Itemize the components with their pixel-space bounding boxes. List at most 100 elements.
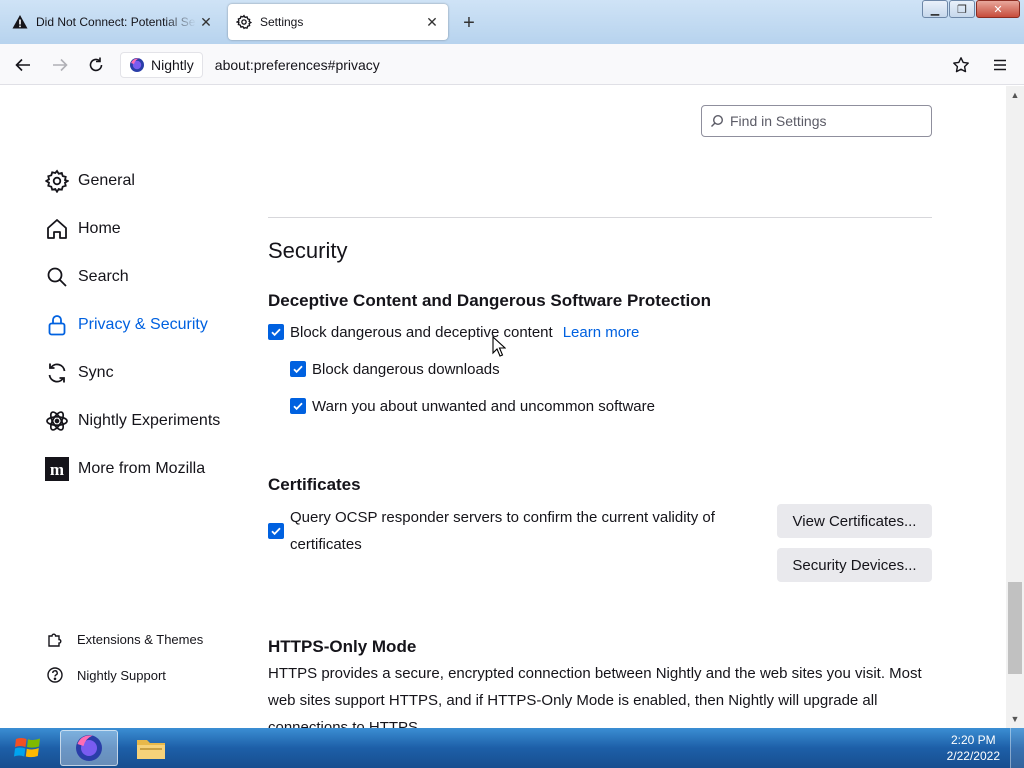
close-tab-icon[interactable]: ✕ [422, 12, 442, 32]
deceptive-content-heading: Deceptive Content and Dangerous Software… [268, 291, 712, 310]
mozilla-m-icon: m [44, 456, 70, 482]
ocsp-checkbox[interactable] [268, 523, 284, 539]
certificates-heading: Certificates [268, 475, 361, 494]
identity-label: Nightly [151, 57, 194, 73]
app-menu-button[interactable] [987, 52, 1013, 78]
nav-label: More from Mozilla [78, 460, 206, 477]
block-downloads-checkbox[interactable] [290, 361, 306, 377]
block-downloads-label[interactable]: Block dangerous downloads [312, 356, 500, 383]
star-icon [953, 57, 969, 73]
scrollbar-thumb[interactable] [1008, 582, 1022, 674]
nav-label: Home [78, 220, 121, 237]
nav-more-from-mozilla[interactable]: m More from Mozilla [44, 456, 205, 482]
warn-unwanted-label[interactable]: Warn you about unwanted and uncommon sof… [312, 393, 655, 420]
close-tab-icon[interactable]: ✕ [196, 12, 216, 32]
url-bar[interactable]: Nightly about:preferences#privacy [120, 50, 940, 80]
security-devices-button[interactable]: Security Devices... [777, 548, 932, 582]
back-arrow-icon [15, 58, 30, 72]
forward-button[interactable] [47, 52, 73, 78]
system-clock[interactable]: 2:20 PM 2/22/2022 [947, 732, 1000, 764]
learn-more-link[interactable]: Learn more [563, 319, 640, 346]
search-icon [44, 264, 70, 290]
nav-nightly-experiments[interactable]: Nightly Experiments [44, 408, 220, 434]
block-downloads-row: Block dangerous downloads [290, 356, 500, 383]
nightly-logo-icon [76, 735, 102, 761]
restore-button[interactable]: ❐ [949, 0, 975, 18]
nightly-logo-icon [130, 58, 144, 72]
checkmark-icon [293, 365, 303, 374]
back-button[interactable] [10, 52, 36, 78]
nav-sync[interactable]: Sync [44, 360, 114, 386]
checkmark-icon [271, 527, 281, 536]
nav-label: Search [78, 268, 129, 285]
gear-icon [236, 14, 252, 30]
lock-icon [44, 312, 70, 338]
footer-label: Extensions & Themes [77, 631, 204, 647]
start-button[interactable] [2, 730, 54, 766]
url-text[interactable]: about:preferences#privacy [215, 57, 380, 73]
warning-icon [12, 14, 28, 30]
section-title: Security [268, 238, 348, 263]
checkmark-icon [293, 402, 303, 411]
help-icon [46, 666, 64, 684]
bookmark-star-button[interactable] [948, 52, 974, 78]
new-tab-button[interactable]: + [458, 12, 480, 34]
tab-title: Settings [260, 15, 304, 29]
tab-title: Did Not Connect: Potential Security Issu… [36, 15, 196, 29]
nav-privacy-security[interactable]: Privacy & Security [44, 312, 208, 338]
title-bar: Did Not Connect: Potential Security Issu… [0, 0, 1024, 44]
windows-logo-icon [14, 738, 40, 758]
clock-time: 2:20 PM [950, 733, 996, 747]
mouse-cursor-icon [492, 336, 506, 357]
scroll-up-arrow-icon[interactable]: ▲ [1006, 88, 1024, 102]
scroll-down-arrow-icon[interactable]: ▼ [1006, 712, 1024, 726]
find-in-settings[interactable] [701, 105, 932, 137]
warn-unwanted-checkbox[interactable] [290, 398, 306, 414]
extensions-themes-link[interactable]: Extensions & Themes [46, 630, 203, 648]
page-scrollbar[interactable]: ▲ ▼ [1006, 86, 1024, 728]
folder-icon [137, 740, 165, 759]
ocsp-row: Query OCSP responder servers to confirm … [268, 504, 738, 558]
tab-settings[interactable]: Settings ✕ [228, 4, 448, 40]
find-in-settings-input[interactable] [730, 113, 920, 129]
view-certificates-button[interactable]: View Certificates... [777, 504, 932, 538]
block-deceptive-checkbox[interactable] [268, 324, 284, 340]
https-only-heading: HTTPS-Only Mode [268, 637, 417, 656]
forward-arrow-icon [53, 58, 68, 72]
puzzle-icon [46, 630, 64, 648]
show-desktop-button[interactable] [1010, 728, 1024, 768]
search-icon [711, 114, 724, 127]
sync-icon [44, 360, 70, 386]
nav-home[interactable]: Home [44, 216, 121, 242]
reload-icon [89, 57, 103, 72]
close-window-button[interactable]: ✕ [976, 0, 1020, 18]
taskbar-file-explorer[interactable] [122, 730, 180, 766]
flask-icon [44, 408, 70, 434]
tab-did-not-connect[interactable]: Did Not Connect: Potential Security Issu… [4, 4, 222, 40]
hamburger-menu-icon [994, 59, 1006, 71]
gear-icon [44, 168, 70, 194]
nav-label: Nightly Experiments [78, 412, 221, 429]
nav-search[interactable]: Search [44, 264, 129, 290]
section-divider [268, 217, 932, 218]
nav-label: Privacy & Security [78, 316, 208, 333]
minimize-button[interactable]: ▁ [922, 0, 948, 18]
checkmark-icon [271, 328, 281, 337]
block-deceptive-row: Block dangerous and deceptive content Le… [268, 319, 639, 346]
svg-text:m: m [50, 460, 64, 479]
nav-general[interactable]: General [44, 168, 135, 194]
window-controls: ▁ ❐ ✕ [921, 0, 1020, 18]
nav-label: Sync [78, 364, 114, 381]
settings-page: General Home Search Privacy & Security S… [0, 86, 1006, 728]
clock-date: 2/22/2022 [946, 749, 1000, 763]
block-deceptive-label[interactable]: Block dangerous and deceptive content [290, 319, 553, 346]
identity-box[interactable]: Nightly [120, 52, 203, 78]
home-icon [44, 216, 70, 242]
reload-button[interactable] [83, 52, 109, 78]
nav-label: General [78, 172, 135, 189]
taskbar-firefox-nightly[interactable] [60, 730, 118, 766]
footer-label: Nightly Support [77, 667, 166, 683]
https-only-description: HTTPS provides a secure, encrypted conne… [268, 665, 922, 728]
ocsp-label[interactable]: Query OCSP responder servers to confirm … [290, 504, 738, 558]
nightly-support-link[interactable]: Nightly Support [46, 666, 166, 684]
